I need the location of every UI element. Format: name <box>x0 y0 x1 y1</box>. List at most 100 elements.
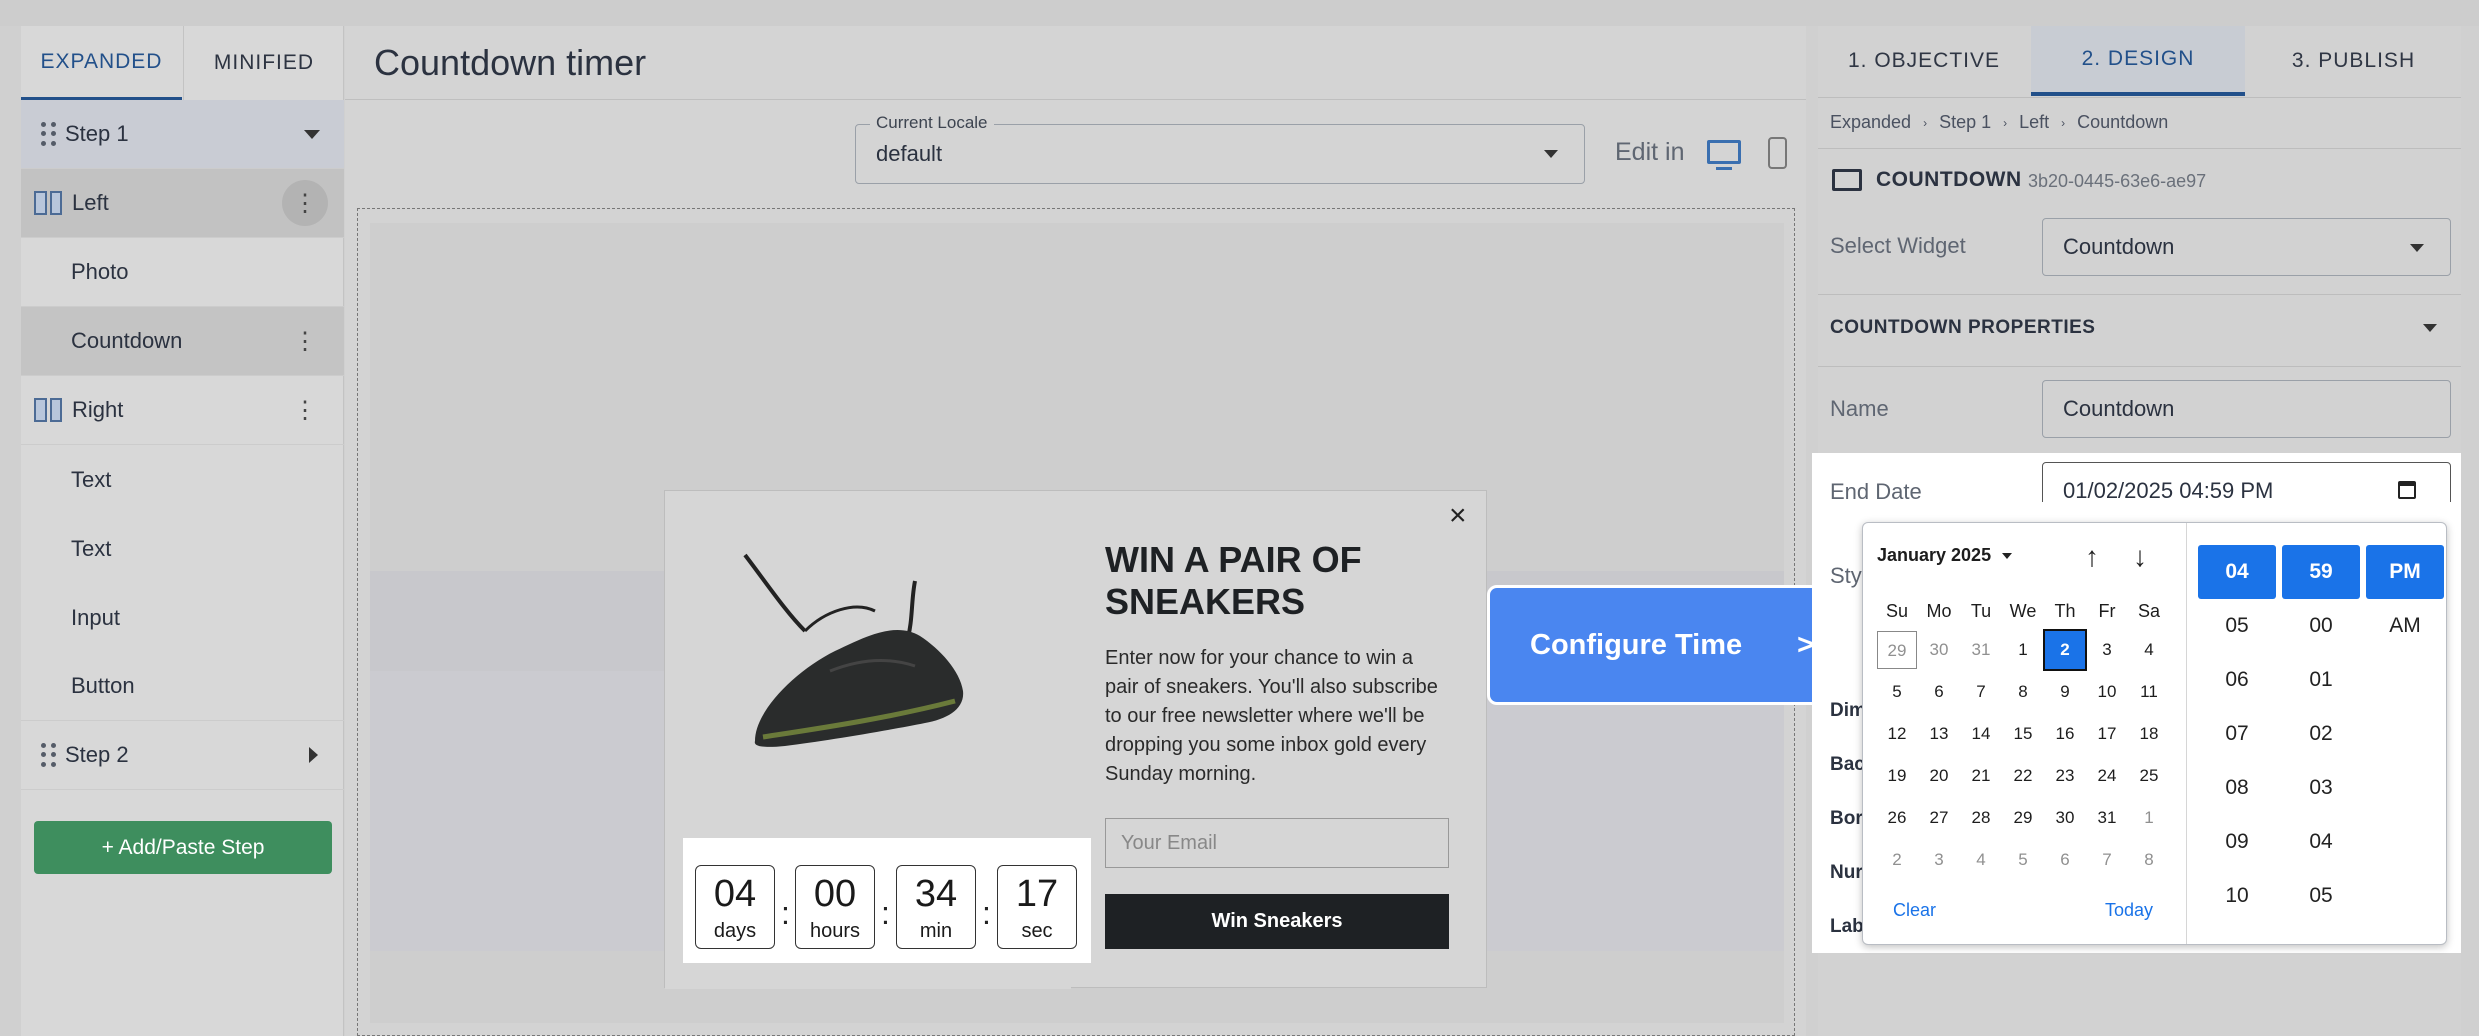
add-step-button[interactable]: + Add/Paste Step <box>34 821 332 874</box>
calendar-day[interactable]: 26 <box>1877 799 1917 837</box>
mobile-icon[interactable] <box>1768 137 1787 169</box>
hour-option[interactable]: 04 <box>2198 545 2276 599</box>
caret-down-icon[interactable] <box>304 129 320 139</box>
calendar-day[interactable]: 30 <box>2045 799 2085 837</box>
tree-item-input[interactable]: Input <box>21 583 344 652</box>
tree-item-countdown[interactable]: Countdown ⋮ <box>21 307 344 376</box>
arrow-down-icon[interactable]: ↓ <box>2133 541 2147 573</box>
calendar-day[interactable]: 3 <box>2087 631 2127 669</box>
minute-option[interactable]: 04 <box>2282 815 2360 869</box>
email-input[interactable]: Your Email <box>1105 818 1449 868</box>
calendar-day[interactable]: 18 <box>2129 715 2169 753</box>
minute-option[interactable]: 59 <box>2282 545 2360 599</box>
calendar-day[interactable]: 28 <box>1961 799 2001 837</box>
hour-option[interactable]: 05 <box>2198 599 2276 653</box>
popup-preview[interactable]: 04 days : 00 hours : 34 min : 17 sec × W… <box>664 490 1487 989</box>
caret-down-icon[interactable] <box>2423 324 2437 332</box>
calendar-day[interactable]: 25 <box>2129 757 2169 795</box>
locale-select[interactable]: Current Locale default <box>855 113 1585 184</box>
minute-option[interactable]: 05 <box>2282 869 2360 923</box>
tab-minified[interactable]: MINIFIED <box>183 26 344 100</box>
close-icon[interactable]: × <box>1449 499 1467 533</box>
calendar-day[interactable]: 19 <box>1877 757 1917 795</box>
calendar-icon[interactable] <box>2398 481 2416 499</box>
breadcrumb-item[interactable]: Expanded <box>1830 112 1911 133</box>
drag-handle-icon[interactable] <box>41 122 57 146</box>
calendar-day[interactable]: 16 <box>2045 715 2085 753</box>
name-input[interactable]: Countdown <box>2042 380 2451 438</box>
select-widget-dropdown[interactable]: Countdown <box>2042 218 2451 276</box>
minute-option[interactable]: 00 <box>2282 599 2360 653</box>
tree-item-photo[interactable]: Photo <box>21 238 344 307</box>
calendar-day[interactable]: 1 <box>2003 631 2043 669</box>
section-title[interactable]: COUNTDOWN PROPERTIES <box>1830 317 2095 339</box>
minute-option[interactable]: 01 <box>2282 653 2360 707</box>
calendar-day[interactable]: 29 <box>2003 799 2043 837</box>
tree-item-right[interactable]: Right ⋮ <box>21 376 344 445</box>
tree-item-step-1[interactable]: Step 1 <box>21 100 344 169</box>
hour-option[interactable]: 08 <box>2198 761 2276 815</box>
tree-item-step-2[interactable]: Step 2 <box>21 721 344 790</box>
ampm-option[interactable]: PM <box>2366 545 2444 599</box>
minute-option[interactable]: 03 <box>2282 761 2360 815</box>
calendar-day[interactable]: 12 <box>1877 715 1917 753</box>
calendar-day[interactable]: 10 <box>2087 673 2127 711</box>
more-options-icon[interactable]: ⋮ <box>282 180 328 226</box>
win-sneakers-button[interactable]: Win Sneakers <box>1105 894 1449 949</box>
tab-expanded[interactable]: EXPANDED <box>21 26 182 100</box>
calendar-day[interactable]: 5 <box>2003 841 2043 879</box>
tree-item-left[interactable]: Left ⋮ <box>21 169 344 238</box>
calendar-day[interactable]: 9 <box>2045 673 2085 711</box>
calendar-day[interactable]: 6 <box>2045 841 2085 879</box>
calendar-day[interactable]: 2 <box>2043 629 2087 671</box>
calendar-day[interactable]: 31 <box>2087 799 2127 837</box>
calendar-day[interactable]: 3 <box>1919 841 1959 879</box>
clear-link[interactable]: Clear <box>1893 900 1936 921</box>
calendar-day[interactable]: 23 <box>2045 757 2085 795</box>
calendar-day[interactable]: 11 <box>2129 673 2169 711</box>
calendar-day[interactable]: 7 <box>2087 841 2127 879</box>
calendar-day[interactable]: 13 <box>1919 715 1959 753</box>
caret-right-icon[interactable] <box>309 747 318 763</box>
calendar-day[interactable]: 4 <box>1961 841 2001 879</box>
calendar-day[interactable]: 5 <box>1877 673 1917 711</box>
calendar-day[interactable]: 29 <box>1877 631 1917 669</box>
drag-handle-icon[interactable] <box>41 743 57 767</box>
tab-design[interactable]: 2. DESIGN <box>2031 26 2245 96</box>
hour-option[interactable]: 06 <box>2198 653 2276 707</box>
calendar-day[interactable]: 2 <box>1877 841 1917 879</box>
tab-publish[interactable]: 3. PUBLISH <box>2246 26 2461 96</box>
calendar-day[interactable]: 4 <box>2129 631 2169 669</box>
calendar-day[interactable]: 31 <box>1961 631 2001 669</box>
calendar-day[interactable]: 8 <box>2003 673 2043 711</box>
ampm-option[interactable]: AM <box>2366 599 2444 653</box>
calendar-day[interactable]: 1 <box>2129 799 2169 837</box>
more-options-icon[interactable]: ⋮ <box>282 318 328 364</box>
calendar-day[interactable]: 6 <box>1919 673 1959 711</box>
calendar-day[interactable]: 7 <box>1961 673 2001 711</box>
desktop-icon[interactable] <box>1707 140 1741 164</box>
breadcrumb-item[interactable]: Step 1 <box>1939 112 1991 133</box>
calendar-day[interactable]: 8 <box>2129 841 2169 879</box>
calendar-day[interactable]: 20 <box>1919 757 1959 795</box>
breadcrumb-item[interactable]: Left <box>2019 112 2049 133</box>
month-select[interactable]: January 2025 <box>1877 545 2013 566</box>
tree-item-text[interactable]: Text <box>21 445 344 514</box>
arrow-up-icon[interactable]: ↑ <box>2085 541 2099 573</box>
calendar-day[interactable]: 14 <box>1961 715 2001 753</box>
minute-option[interactable]: 02 <box>2282 707 2360 761</box>
tree-item-button[interactable]: Button <box>21 652 344 721</box>
tree-item-text-2[interactable]: Text <box>21 514 344 583</box>
calendar-day[interactable]: 17 <box>2087 715 2127 753</box>
calendar-day[interactable]: 22 <box>2003 757 2043 795</box>
calendar-day[interactable]: 15 <box>2003 715 2043 753</box>
calendar-day[interactable]: 24 <box>2087 757 2127 795</box>
hour-option[interactable]: 09 <box>2198 815 2276 869</box>
tab-objective[interactable]: 1. OBJECTIVE <box>1818 26 2030 96</box>
hour-option[interactable]: 07 <box>2198 707 2276 761</box>
today-link[interactable]: Today <box>2105 900 2153 921</box>
calendar-day[interactable]: 21 <box>1961 757 2001 795</box>
calendar-day[interactable]: 27 <box>1919 799 1959 837</box>
hour-option[interactable]: 10 <box>2198 869 2276 923</box>
calendar-day[interactable]: 30 <box>1919 631 1959 669</box>
